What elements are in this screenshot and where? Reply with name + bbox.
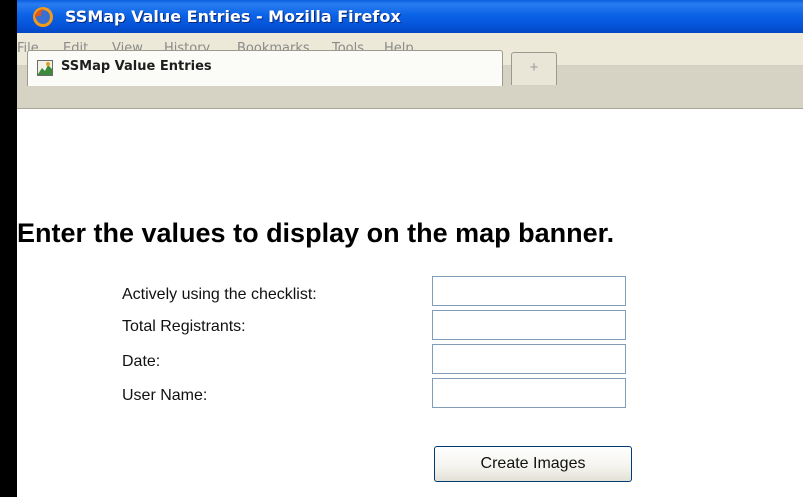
tab-ssmap-value-entries[interactable]: SSMap Value Entries (27, 50, 503, 86)
date-input[interactable] (432, 344, 626, 374)
window-title: SSMap Value Entries - Mozilla Firefox (65, 7, 401, 26)
label-date: Date: (122, 353, 161, 370)
label-user-name: User Name: (122, 387, 208, 404)
new-tab-button[interactable]: + (511, 52, 557, 85)
user-name-input[interactable] (432, 378, 626, 408)
page-icon (37, 60, 53, 76)
title-bar: SSMap Value Entries - Mozilla Firefox (17, 0, 803, 33)
actively-using-checklist-input[interactable] (432, 276, 626, 306)
plus-icon: + (529, 59, 539, 76)
label-actively-using-checklist: Actively using the checklist: (122, 286, 317, 303)
tab-label: SSMap Value Entries (61, 59, 212, 74)
browser-window: SSMap Value Entries - Mozilla Firefox Fi… (17, 0, 803, 497)
page-heading: Enter the values to display on the map b… (17, 218, 615, 248)
firefox-icon (33, 7, 53, 27)
create-images-button[interactable]: Create Images (434, 446, 632, 482)
total-registrants-input[interactable] (432, 310, 626, 340)
label-total-registrants: Total Registrants: (122, 318, 246, 335)
